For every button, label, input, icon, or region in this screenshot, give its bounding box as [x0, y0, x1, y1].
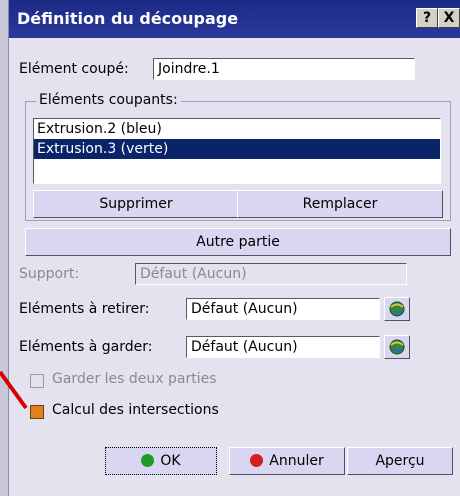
ok-label: OK [160, 453, 181, 469]
cancel-button[interactable]: Annuler [229, 447, 345, 475]
list-item[interactable]: Extrusion.3 (verte) [34, 139, 440, 159]
intersections-label: Calcul des intersections [52, 402, 219, 418]
remove-elements-label: Eléments à retirer: [19, 301, 150, 317]
support-label: Support: [19, 266, 80, 282]
preview-button[interactable]: Aperçu [347, 447, 453, 475]
cut-element-label: Elément coupé: [19, 61, 129, 77]
other-side-button[interactable]: Autre partie [25, 228, 451, 256]
trim-definition-dialog: Définition du découpage ? X Elément coup… [8, 0, 460, 496]
keep-elements-label: Eléments à garder: [19, 339, 153, 355]
replace-button[interactable]: Remplacer [237, 190, 443, 218]
cut-element-field[interactable]: Joindre.1 [153, 58, 415, 80]
globe-selector-icon[interactable] [384, 335, 410, 359]
keep-both-sides-checkbox [30, 374, 44, 388]
cancel-label: Annuler [269, 453, 324, 469]
background-window-edge [0, 0, 8, 496]
remove-elements-field[interactable]: Défaut (Aucun) [186, 298, 380, 320]
globe-selector-icon[interactable] [384, 297, 410, 321]
cutting-elements-legend: Eléments coupants: [36, 92, 181, 108]
support-field: Défaut (Aucun) [135, 263, 407, 285]
keep-both-sides-label: Garder les deux parties [52, 371, 217, 387]
callout-arrow-icon [0, 370, 28, 410]
list-item[interactable]: Extrusion.2 (bleu) [34, 119, 440, 139]
close-button[interactable]: X [438, 8, 460, 28]
cancel-icon [250, 454, 264, 467]
intersections-checkbox[interactable] [30, 405, 44, 419]
ok-button[interactable]: OK [105, 447, 217, 475]
ok-icon [141, 454, 155, 467]
help-button[interactable]: ? [416, 8, 438, 28]
dialog-title: Définition du découpage [17, 9, 239, 28]
delete-button[interactable]: Supprimer [33, 190, 239, 218]
title-bar[interactable]: Définition du découpage ? X [9, 0, 460, 38]
cutting-elements-list[interactable]: Extrusion.2 (bleu) Extrusion.3 (verte) [33, 118, 441, 184]
keep-elements-field[interactable]: Défaut (Aucun) [186, 336, 380, 358]
